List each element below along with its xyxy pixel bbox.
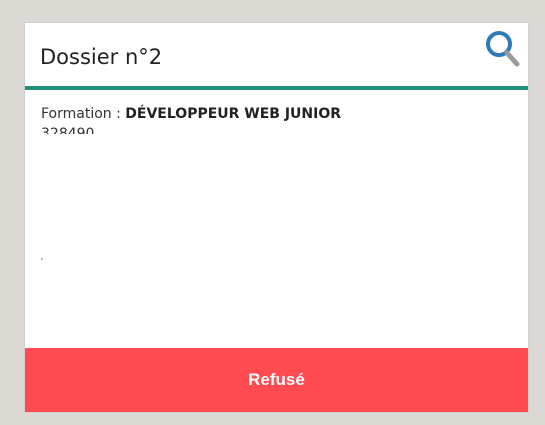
- card-body: Formation : DÉVELOPPEUR WEB JUNIOR 32849…: [25, 90, 528, 348]
- divider-mark: [41, 258, 43, 260]
- search-icon[interactable]: [482, 27, 524, 71]
- dossier-card: Dossier n°2 Formation : DÉVELOPPEUR WEB …: [24, 22, 529, 413]
- formation-line: Formation : DÉVELOPPEUR WEB JUNIOR: [41, 104, 512, 124]
- status-label: Refusé: [248, 370, 305, 389]
- dossier-title: Dossier n°2: [40, 45, 163, 69]
- formation-name: DÉVELOPPEUR WEB JUNIOR: [125, 106, 342, 122]
- formation-label: Formation :: [41, 106, 126, 122]
- status-bar: Refusé: [25, 348, 528, 412]
- formation-code: 328490: [41, 126, 95, 134]
- card-header: Dossier n°2: [25, 23, 528, 90]
